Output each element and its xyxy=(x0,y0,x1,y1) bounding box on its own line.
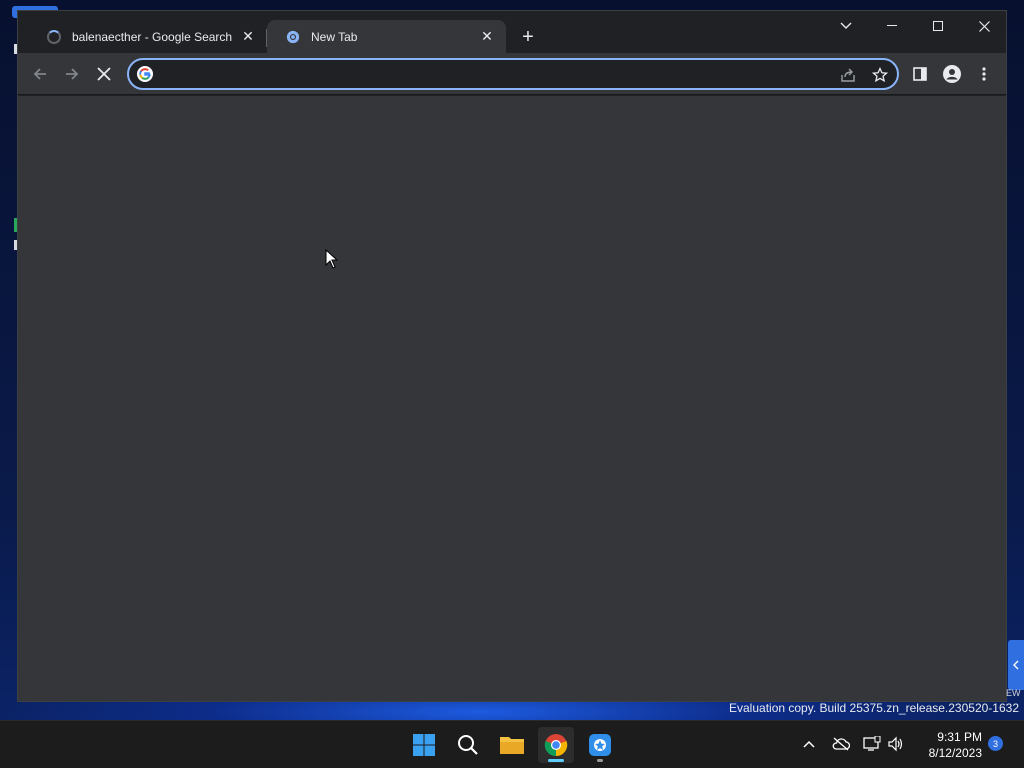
side-panel-icon xyxy=(913,67,927,81)
browser-toolbar xyxy=(18,53,1006,95)
app-icon xyxy=(589,734,611,756)
speaker-icon xyxy=(888,736,903,752)
address-bar[interactable] xyxy=(127,58,899,90)
cloud-offline-icon xyxy=(832,737,850,751)
volume-tray-button[interactable] xyxy=(885,733,907,755)
minimize-icon xyxy=(887,25,897,26)
maximize-button[interactable] xyxy=(915,11,961,41)
taskbar: 9:31 PM 8/12/2023 xyxy=(0,720,1024,768)
search-button[interactable] xyxy=(450,727,486,763)
chevron-down-icon xyxy=(840,22,852,29)
chrome-taskbar-button[interactable] xyxy=(538,727,574,763)
window-close-button[interactable] xyxy=(961,11,1007,41)
tab-close-icon[interactable]: ✕ xyxy=(478,28,496,46)
tab-new-tab[interactable]: New Tab ✕ xyxy=(267,20,506,53)
close-icon xyxy=(978,20,990,32)
tab-search-button[interactable] xyxy=(823,11,869,41)
system-clock[interactable]: 9:31 PM 8/12/2023 xyxy=(916,729,982,761)
back-button[interactable] xyxy=(25,59,55,89)
tray-overflow-button[interactable] xyxy=(798,733,820,755)
three-dots-vertical-icon xyxy=(982,67,986,81)
browser-window: balenaecther - Google Search ✕ New Tab ✕… xyxy=(17,10,1007,702)
network-tray-button[interactable] xyxy=(861,733,883,755)
minimize-button[interactable] xyxy=(869,11,915,41)
share-icon xyxy=(841,68,855,82)
side-widget-handle[interactable] xyxy=(1008,640,1024,690)
page-content[interactable] xyxy=(18,96,1006,701)
start-button[interactable] xyxy=(406,727,442,763)
folder-icon xyxy=(500,737,524,754)
profile-button[interactable] xyxy=(937,59,967,89)
tab-title: New Tab xyxy=(311,29,358,44)
clock-time: 9:31 PM xyxy=(937,730,982,744)
evaluation-watermark: Evaluation copy. Build 25375.zn_release.… xyxy=(729,701,1019,715)
network-icon xyxy=(863,736,881,751)
side-panel-button[interactable] xyxy=(905,59,935,89)
onedrive-tray-button[interactable] xyxy=(830,733,852,755)
chevron-up-icon xyxy=(803,740,815,748)
chrome-icon xyxy=(544,734,568,757)
tab-google-search[interactable]: balenaecther - Google Search ✕ xyxy=(28,20,267,53)
address-input[interactable] xyxy=(163,63,803,85)
arrow-left-icon xyxy=(33,68,46,80)
chevron-left-icon xyxy=(1013,660,1019,670)
share-button[interactable] xyxy=(837,64,859,86)
profile-avatar-icon xyxy=(943,65,961,83)
clock-date: 8/12/2023 xyxy=(928,746,982,760)
google-g-icon xyxy=(137,66,153,82)
active-indicator xyxy=(548,759,564,762)
windows-logo-icon xyxy=(413,734,435,756)
menu-button[interactable] xyxy=(969,59,999,89)
loading-spinner-icon xyxy=(46,29,62,45)
forward-button[interactable] xyxy=(57,59,87,89)
bookmark-button[interactable] xyxy=(869,64,891,86)
search-icon xyxy=(458,735,478,755)
app-taskbar-button[interactable] xyxy=(582,727,618,763)
stop-loading-button[interactable] xyxy=(89,59,119,89)
tab-strip: balenaecther - Google Search ✕ New Tab ✕… xyxy=(18,11,1006,53)
arrow-right-icon xyxy=(66,68,79,80)
mouse-cursor-icon xyxy=(325,249,339,269)
chrome-favicon-icon xyxy=(285,29,301,45)
tab-close-icon[interactable]: ✕ xyxy=(239,28,257,46)
running-indicator xyxy=(597,759,603,762)
watermark-fragment: EW xyxy=(1006,688,1021,698)
new-tab-button[interactable]: + xyxy=(516,25,540,49)
stop-x-icon xyxy=(97,67,111,81)
maximize-icon xyxy=(933,21,943,31)
file-explorer-button[interactable] xyxy=(494,727,530,763)
notification-badge[interactable]: 3 xyxy=(988,736,1003,751)
star-icon xyxy=(872,67,888,83)
tab-title: balenaecther - Google Search xyxy=(72,29,233,44)
